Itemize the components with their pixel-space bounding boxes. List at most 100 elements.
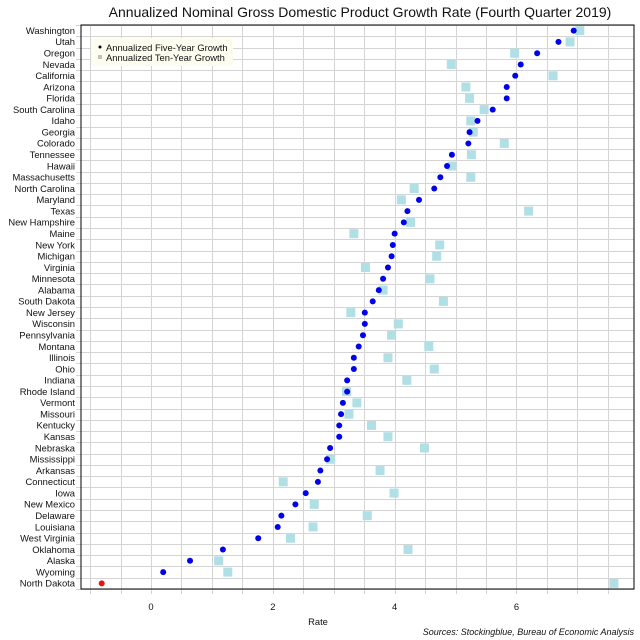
grid xyxy=(76,25,634,590)
five-year-point xyxy=(336,422,343,429)
category-labels: WashingtonUtahOregonNevadaCaliforniaAriz… xyxy=(8,25,75,589)
ten-year-point xyxy=(383,432,393,442)
ten-year-point xyxy=(409,184,419,194)
ten-year-point xyxy=(479,105,489,115)
ten-year-point xyxy=(466,172,476,182)
five-year-point xyxy=(534,50,541,57)
ten-year-point xyxy=(362,511,372,521)
category-label: Alaska xyxy=(47,555,76,566)
ten-year-point xyxy=(429,364,439,374)
ten-year-point xyxy=(510,48,520,58)
five-year-point xyxy=(384,264,391,271)
ten-year-point xyxy=(435,240,445,250)
category-label: Utah xyxy=(55,36,75,47)
five-year-point xyxy=(361,309,368,316)
ten-year-point xyxy=(461,82,471,92)
ten-year-point xyxy=(465,93,475,103)
category-label: Hawaii xyxy=(47,160,75,171)
five-year-point xyxy=(292,501,299,508)
category-label: Maine xyxy=(49,228,75,239)
x-tick-label: 4 xyxy=(392,601,397,612)
five-year-point xyxy=(350,366,357,373)
source-note: Sources: Stockingblue, Bureau of Economi… xyxy=(423,627,635,637)
five-year-point xyxy=(355,343,362,350)
five-year-point xyxy=(160,569,167,576)
ten-year-point xyxy=(499,138,509,148)
x-tick-label: 6 xyxy=(514,601,519,612)
category-label: Nevada xyxy=(43,59,76,70)
ten-year-point xyxy=(438,296,448,306)
five-year-point xyxy=(219,546,226,553)
five-year-point xyxy=(503,95,510,102)
category-label: New Mexico xyxy=(24,499,75,510)
five-year-point xyxy=(350,354,357,361)
category-label: Oklahoma xyxy=(32,544,76,555)
category-label: North Carolina xyxy=(15,183,76,194)
chart: Annualized Nominal Gross Domestic Produc… xyxy=(8,4,635,637)
category-label: New York xyxy=(35,239,75,250)
category-label: California xyxy=(35,70,75,81)
five-year-point xyxy=(503,84,510,91)
five-year-point xyxy=(359,332,366,339)
five-year-point xyxy=(369,298,376,305)
ten-year-point xyxy=(524,206,534,216)
ten-year-point xyxy=(352,398,362,408)
category-label: Michigan xyxy=(37,251,75,262)
five-year-point xyxy=(327,445,334,451)
five-year-point xyxy=(570,27,577,34)
category-label: Kentucky xyxy=(36,420,75,431)
ten-year-point xyxy=(375,466,385,476)
category-label: South Carolina xyxy=(13,104,76,115)
ten-year-point xyxy=(548,71,558,81)
ten-year-point xyxy=(346,308,356,318)
category-label: Idaho xyxy=(52,115,75,126)
category-label: Wyoming xyxy=(36,566,75,577)
five-year-point xyxy=(274,523,281,530)
five-year-point xyxy=(512,72,519,79)
ten-year-point xyxy=(278,477,288,487)
ten-year-point xyxy=(609,578,619,588)
five-year-point xyxy=(344,377,351,384)
ten-year-point xyxy=(387,330,397,340)
five-year-point xyxy=(448,151,455,158)
category-label: Mississippi xyxy=(30,454,75,465)
legend: Annualized Five-Year Growth Annualized T… xyxy=(91,38,233,66)
five-year-point xyxy=(437,174,444,181)
ten-year-point xyxy=(223,567,233,577)
five-year-point xyxy=(302,490,309,497)
ten-year-point xyxy=(402,375,412,385)
five-year-point xyxy=(465,140,472,147)
five-year-point xyxy=(391,230,398,237)
ten-year-point xyxy=(403,545,413,555)
category-label: Maryland xyxy=(36,194,75,205)
five-year-point xyxy=(278,512,285,519)
five-year-point xyxy=(555,38,562,45)
ten-year-point xyxy=(419,443,429,453)
five-year-point xyxy=(336,433,343,440)
category-label: Arizona xyxy=(43,81,76,92)
x-axis-ticks: 0 2 4 6 xyxy=(90,589,609,612)
category-label: Delaware xyxy=(35,510,75,521)
ten-year-point xyxy=(344,409,354,419)
category-label: Vermont xyxy=(40,397,75,408)
category-label: Virginia xyxy=(44,262,76,273)
ten-year-point xyxy=(425,274,435,284)
category-label: Florida xyxy=(46,93,75,104)
category-label: Ohio xyxy=(55,363,75,374)
ten-year-point xyxy=(405,217,415,227)
five-year-point xyxy=(255,535,262,542)
ten-year-point xyxy=(383,353,393,363)
ten-year-point xyxy=(424,341,434,351)
category-label: Alabama xyxy=(38,284,76,295)
ten-year-point xyxy=(214,556,224,566)
category-label: Massachusetts xyxy=(12,172,75,183)
five-year-point xyxy=(317,467,324,474)
legend-five-year-marker xyxy=(98,45,102,49)
five-year-point xyxy=(400,219,407,226)
category-label: Colorado xyxy=(37,138,75,149)
category-label: New Jersey xyxy=(26,307,75,318)
five-year-point xyxy=(489,106,496,113)
category-label: Pennsylvania xyxy=(19,330,76,341)
five-year-point xyxy=(339,399,346,406)
five-year-point xyxy=(380,275,387,282)
